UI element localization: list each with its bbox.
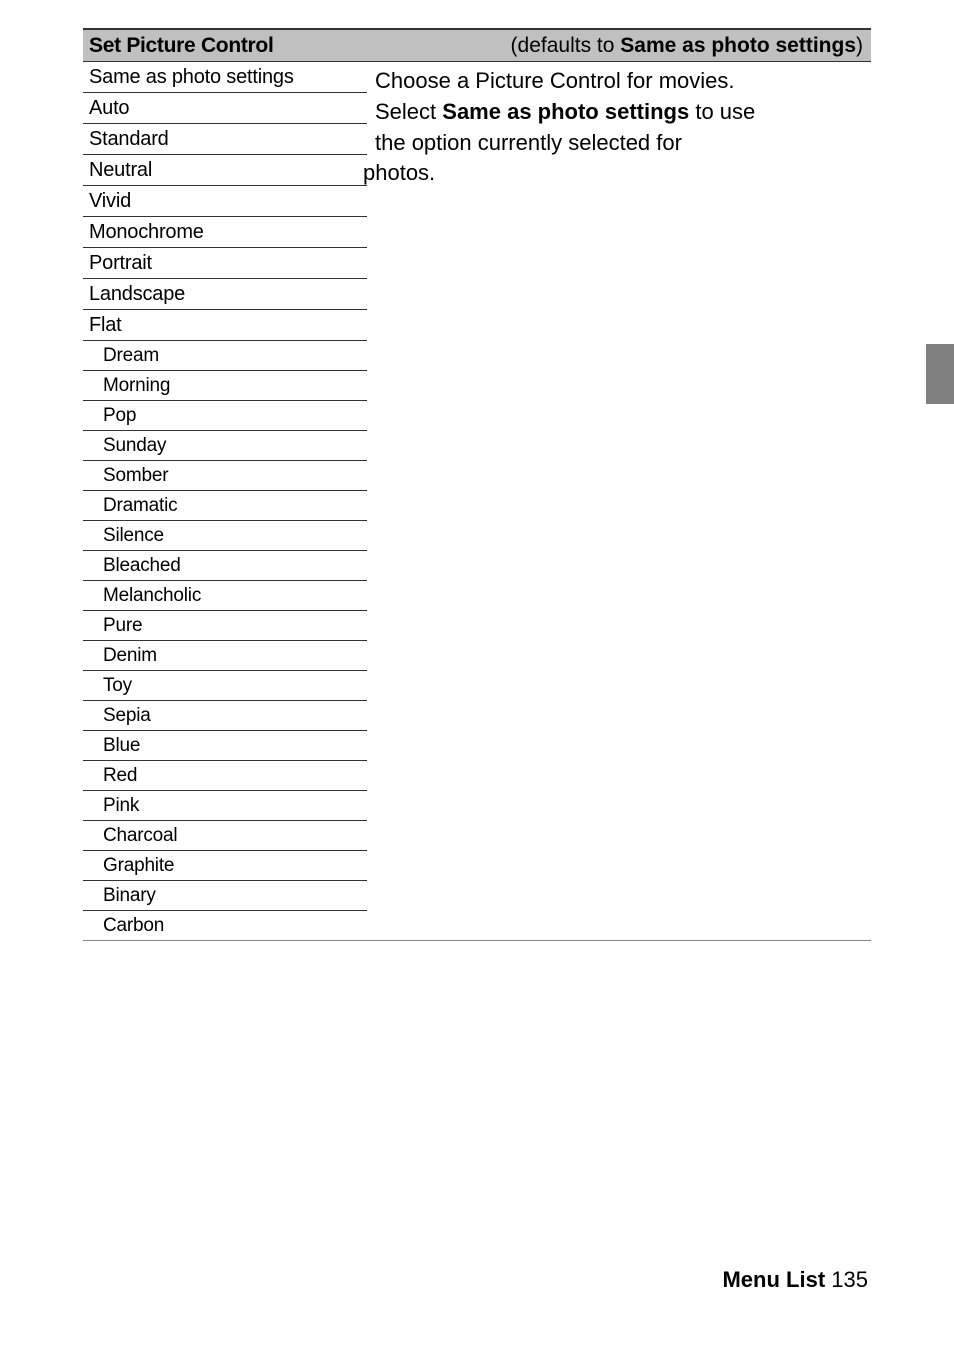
footer-page-number: 135 [831,1267,868,1292]
side-tab-marker [926,344,954,404]
section-title: Set Picture Control [83,34,511,58]
section-header: Set Picture Control (defaults to Same as… [83,28,871,62]
option-item[interactable]: Silence [83,521,367,551]
default-prefix: (defaults to [511,34,621,57]
desc-line2a: Select [375,99,442,124]
option-item[interactable]: Dramatic [83,491,367,521]
option-item[interactable]: Denim [83,641,367,671]
content-area: Same as photo settingsAutoStandardNeutra… [83,62,871,941]
desc-line2-bold: Same as photo settings [442,99,689,124]
option-item[interactable]: Vivid [83,186,367,217]
option-item[interactable]: Dream [83,341,367,371]
desc-line4: photos. [363,160,435,185]
option-item[interactable]: Somber [83,461,367,491]
default-value-label: (defaults to Same as photo settings) [511,34,871,58]
option-item[interactable]: Toy [83,671,367,701]
option-item[interactable]: Pop [83,401,367,431]
option-item[interactable]: Flat [83,310,367,341]
option-item[interactable]: Pure [83,611,367,641]
option-item[interactable]: Pink [83,791,367,821]
desc-line3: the option currently selected for [375,130,682,155]
option-item[interactable]: Red [83,761,367,791]
default-value: Same as photo settings [620,34,856,57]
option-item[interactable]: Charcoal [83,821,367,851]
option-item[interactable]: Morning [83,371,367,401]
option-item[interactable]: Same as photo settings [83,62,367,93]
option-item[interactable]: Auto [83,93,367,124]
option-item[interactable]: Neutral [83,155,367,186]
option-item[interactable]: Blue [83,731,367,761]
default-suffix: ) [856,34,863,57]
option-item[interactable]: Sunday [83,431,367,461]
desc-line2c: to use [689,99,755,124]
option-item[interactable]: Binary [83,881,367,911]
option-item[interactable]: Graphite [83,851,367,881]
description-text: Choose a Picture Control for movies. Sel… [367,62,871,941]
option-item[interactable]: Standard [83,124,367,155]
page-content: Set Picture Control (defaults to Same as… [0,0,954,1345]
option-item[interactable]: Bleached [83,551,367,581]
option-item[interactable]: Portrait [83,248,367,279]
option-item[interactable]: Landscape [83,279,367,310]
page-footer: Menu List 135 [722,1267,868,1293]
options-list: Same as photo settingsAutoStandardNeutra… [83,62,367,941]
footer-section: Menu List [722,1267,825,1292]
option-item[interactable]: Melancholic [83,581,367,611]
desc-line1: Choose a Picture Control for movies. [375,68,735,93]
option-item[interactable]: Monochrome [83,217,367,248]
option-item[interactable]: Sepia [83,701,367,731]
